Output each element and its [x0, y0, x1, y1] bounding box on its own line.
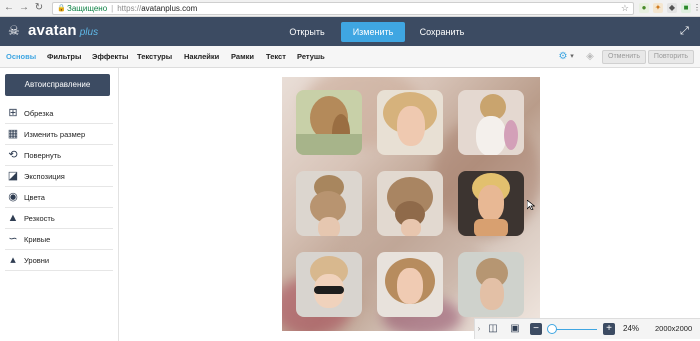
logo-text: avatan	[28, 22, 77, 39]
tool-label: Экспозиция	[24, 171, 65, 181]
reload-icon[interactable]: ↻	[33, 2, 45, 14]
hairstyle-photo	[296, 171, 362, 236]
hairstyle-photo	[377, 252, 443, 317]
crop-icon: ⊞	[8, 107, 18, 119]
logo-plus: plus	[79, 26, 99, 38]
tool-label: Цвета	[24, 192, 45, 202]
app-header: ☠ avatan plus Открыть Изменить Сохранить…	[0, 17, 700, 46]
tab-effects[interactable]: Эффекты	[92, 46, 128, 68]
zoom-out-button[interactable]: −	[530, 323, 542, 335]
bookmark-star-icon[interactable]: ☆	[621, 3, 629, 14]
cat-logo-icon: ☠	[8, 22, 20, 38]
chevron-down-icon[interactable]: ▾	[569, 51, 575, 63]
levels-icon: ▴	[10, 254, 16, 266]
hairstyle-photo	[296, 90, 362, 155]
browser-toolbar: ← → ↻ 🔒 Защищено | https:// avatanplus.c…	[0, 0, 700, 17]
tool-exposure[interactable]: ◪ Экспозиция	[5, 166, 113, 187]
url-host: avatanplus.com	[141, 4, 198, 13]
rotate-icon: ⟲	[8, 149, 18, 161]
tool-crop[interactable]: ⊞ Обрезка	[5, 103, 113, 124]
tool-levels[interactable]: ▴ Уровни	[5, 250, 113, 271]
tab-stickers[interactable]: Наклейки	[184, 46, 219, 68]
extension-icon[interactable]: ●	[639, 3, 649, 13]
tool-label: Уровни	[24, 255, 50, 265]
tab-filters[interactable]: Фильтры	[47, 46, 81, 68]
layers-icon[interactable]: ◈	[584, 51, 596, 63]
tab-basics[interactable]: Основы	[6, 46, 36, 68]
edit-toolbar: Основы Фильтры Эффекты Текстуры Наклейки…	[0, 46, 700, 68]
url-prefix: https://	[117, 4, 142, 13]
save-button[interactable]: Сохранить	[411, 22, 473, 42]
address-bar[interactable]: 🔒 Защищено | https:// avatanplus.com ☆	[52, 2, 634, 15]
lock-icon: 🔒	[57, 4, 66, 12]
settings-gear-icon[interactable]: ⚙	[557, 51, 569, 63]
tool-label: Изменить размер	[24, 129, 86, 139]
tool-colors[interactable]: ◉ Цвета	[5, 187, 113, 208]
zoom-bar: › ◫ ▣ − + 24% 2000x2000	[474, 318, 700, 339]
browser-menu-icon[interactable]: ⋮	[693, 3, 700, 13]
hairstyle-photo	[458, 171, 524, 236]
palette-icon: ◉	[8, 191, 18, 203]
hairstyle-photo	[458, 252, 524, 317]
fullscreen-icon[interactable]: ⤢	[680, 25, 692, 37]
zoom-value: 24%	[623, 324, 640, 333]
hairstyle-photo	[458, 90, 524, 155]
mouse-cursor-icon	[527, 200, 535, 210]
hairstyle-photo	[377, 171, 443, 236]
auto-fix-button[interactable]: Автоисправление	[5, 74, 110, 96]
compare-icon[interactable]: ◫	[487, 323, 499, 335]
exposure-icon: ◪	[7, 170, 19, 182]
tool-label: Кривые	[24, 234, 51, 244]
tab-frames[interactable]: Рамки	[231, 46, 254, 68]
image-dimensions: 2000x2000	[655, 324, 693, 333]
tool-label: Резкость	[24, 213, 55, 223]
hairstyle-photo	[377, 90, 443, 155]
fit-to-screen-icon[interactable]: ▣	[509, 323, 521, 335]
tool-sharpness[interactable]: ▲ Резкость	[5, 208, 113, 229]
tool-label: Обрезка	[24, 108, 54, 118]
tab-textures[interactable]: Текстуры	[137, 46, 172, 68]
chevron-right-icon[interactable]: ›	[476, 323, 482, 335]
secure-label: Защищено	[67, 4, 108, 13]
tool-list: ⊞ Обрезка ▦ Изменить размер ⟲ Повернуть …	[5, 103, 113, 271]
tab-retouch[interactable]: Ретушь	[297, 46, 325, 68]
tab-text[interactable]: Текст	[266, 46, 286, 68]
forward-icon[interactable]: →	[18, 2, 30, 14]
zoom-slider-knob[interactable]	[547, 324, 557, 334]
logo[interactable]: ☠ avatan plus	[8, 22, 98, 39]
edit-button[interactable]: Изменить	[341, 22, 405, 42]
redo-button[interactable]: Повторить	[648, 50, 694, 64]
resize-icon: ▦	[7, 128, 19, 140]
edited-image[interactable]	[282, 77, 540, 331]
tool-label: Повернуть	[24, 150, 62, 160]
sharpness-icon: ▲	[7, 212, 19, 224]
zoom-in-button[interactable]: +	[603, 323, 615, 335]
undo-button[interactable]: Отменить	[602, 50, 646, 64]
extension-icon[interactable]: ✦	[653, 3, 663, 13]
extension-icon[interactable]: ◆	[667, 3, 677, 13]
canvas-area[interactable]	[120, 68, 700, 341]
hairstyle-photo	[296, 252, 362, 317]
extension-icon[interactable]: ■	[681, 3, 691, 13]
tools-sidebar: Автоисправление ⊞ Обрезка ▦ Изменить раз…	[0, 68, 119, 341]
open-button[interactable]: Открыть	[278, 22, 336, 42]
tool-curves[interactable]: ∽ Кривые	[5, 229, 113, 250]
tool-rotate[interactable]: ⟲ Повернуть	[5, 145, 113, 166]
address-separator: |	[111, 4, 114, 13]
zoom-slider-track[interactable]	[551, 329, 597, 330]
curves-icon: ∽	[8, 233, 18, 245]
back-icon[interactable]: ←	[3, 2, 15, 14]
tool-resize[interactable]: ▦ Изменить размер	[5, 124, 113, 145]
